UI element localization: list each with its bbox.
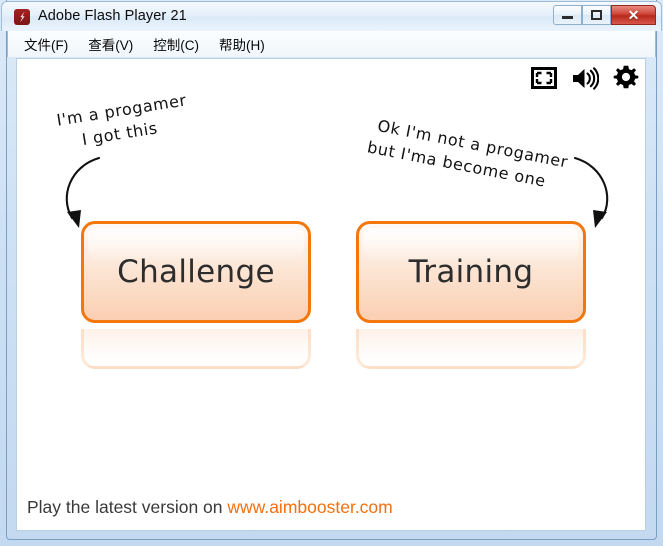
training-button[interactable]: Training [356, 221, 586, 323]
challenge-button-reflection [81, 329, 311, 369]
note-right: Ok I'm not a progamer but I'ma become on… [366, 114, 570, 196]
maximize-button[interactable] [582, 5, 611, 25]
footer-text: Play the latest version on www.aimbooste… [27, 497, 393, 518]
footer-prefix: Play the latest version on [27, 497, 228, 517]
minimize-icon [562, 16, 573, 19]
close-icon: ✕ [627, 7, 640, 23]
aimbooster-link[interactable]: www.aimbooster.com [227, 497, 392, 517]
close-button[interactable]: ✕ [611, 5, 656, 25]
menu-help[interactable]: 帮助(H) [211, 31, 273, 57]
flash-stage: I'm a progamer I got this Ok I'm not a p… [16, 58, 646, 531]
menu-bar: 文件(F) 查看(V) 控制(C) 帮助(H) [7, 31, 656, 57]
menu-control[interactable]: 控制(C) [145, 31, 207, 57]
flash-player-window: Adobe Flash Player 21 ✕ 文件(F) 查看(V) 控制(C… [0, 0, 663, 546]
minimize-button[interactable] [553, 5, 582, 25]
volume-icon[interactable] [571, 66, 599, 90]
note-left: I'm a progamer I got this [55, 88, 192, 154]
title-bar: Adobe Flash Player 21 ✕ [1, 1, 662, 31]
fullscreen-icon[interactable] [531, 67, 557, 89]
flash-icon [14, 9, 30, 25]
challenge-button[interactable]: Challenge [81, 221, 311, 323]
menu-file[interactable]: 文件(F) [16, 31, 76, 57]
maximize-icon [591, 10, 602, 20]
training-button-reflection [356, 329, 586, 369]
menu-view[interactable]: 查看(V) [80, 31, 141, 57]
training-button-label: Training [408, 254, 534, 290]
challenge-button-label: Challenge [117, 254, 275, 290]
flash-control-bar [531, 61, 639, 95]
gear-icon[interactable] [613, 65, 639, 91]
window-title: Adobe Flash Player 21 [38, 8, 187, 24]
